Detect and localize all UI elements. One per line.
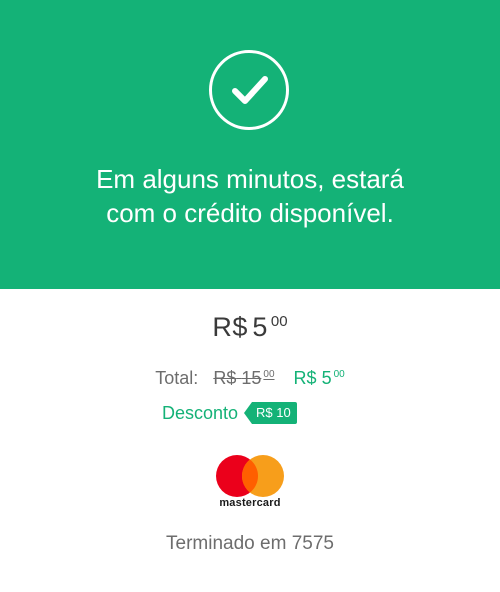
success-message: Em alguns minutos, estará com o crédito … bbox=[30, 162, 470, 230]
recharge-amount: R$ 5 00 bbox=[0, 312, 500, 343]
check-icon bbox=[209, 50, 289, 130]
success-banner: Em alguns minutos, estará com o crédito … bbox=[0, 0, 500, 289]
amount-currency: R$ bbox=[212, 312, 248, 342]
mastercard-wordmark: mastercard bbox=[219, 497, 281, 509]
total-row: Total: R$ 15 00 R$ 5 00 bbox=[0, 368, 500, 389]
discount-label: Desconto bbox=[162, 402, 239, 423]
discount-row: Desconto R$ 10 bbox=[162, 401, 297, 425]
original-price: R$ 15 00 bbox=[213, 368, 274, 388]
success-message-line1: Em alguns minutos, estará bbox=[96, 164, 404, 194]
card-ending-text: Terminado em 7575 bbox=[166, 533, 334, 554]
final-price-integer: 5 bbox=[321, 368, 332, 388]
amount-integer: 5 bbox=[252, 312, 268, 342]
amount-cents: 00 bbox=[270, 313, 288, 330]
original-price-currency: R$ bbox=[213, 368, 237, 388]
original-price-integer: 15 bbox=[241, 368, 262, 388]
final-price-currency: R$ bbox=[293, 368, 317, 388]
final-price: R$ 5 00 bbox=[294, 368, 345, 388]
final-price-cents: 00 bbox=[333, 369, 345, 380]
success-message-line2: com o crédito disponível. bbox=[106, 198, 394, 228]
original-price-cents: 00 bbox=[263, 369, 275, 380]
total-label: Total: bbox=[155, 368, 199, 388]
discount-badge: R$ 10 bbox=[244, 402, 297, 424]
